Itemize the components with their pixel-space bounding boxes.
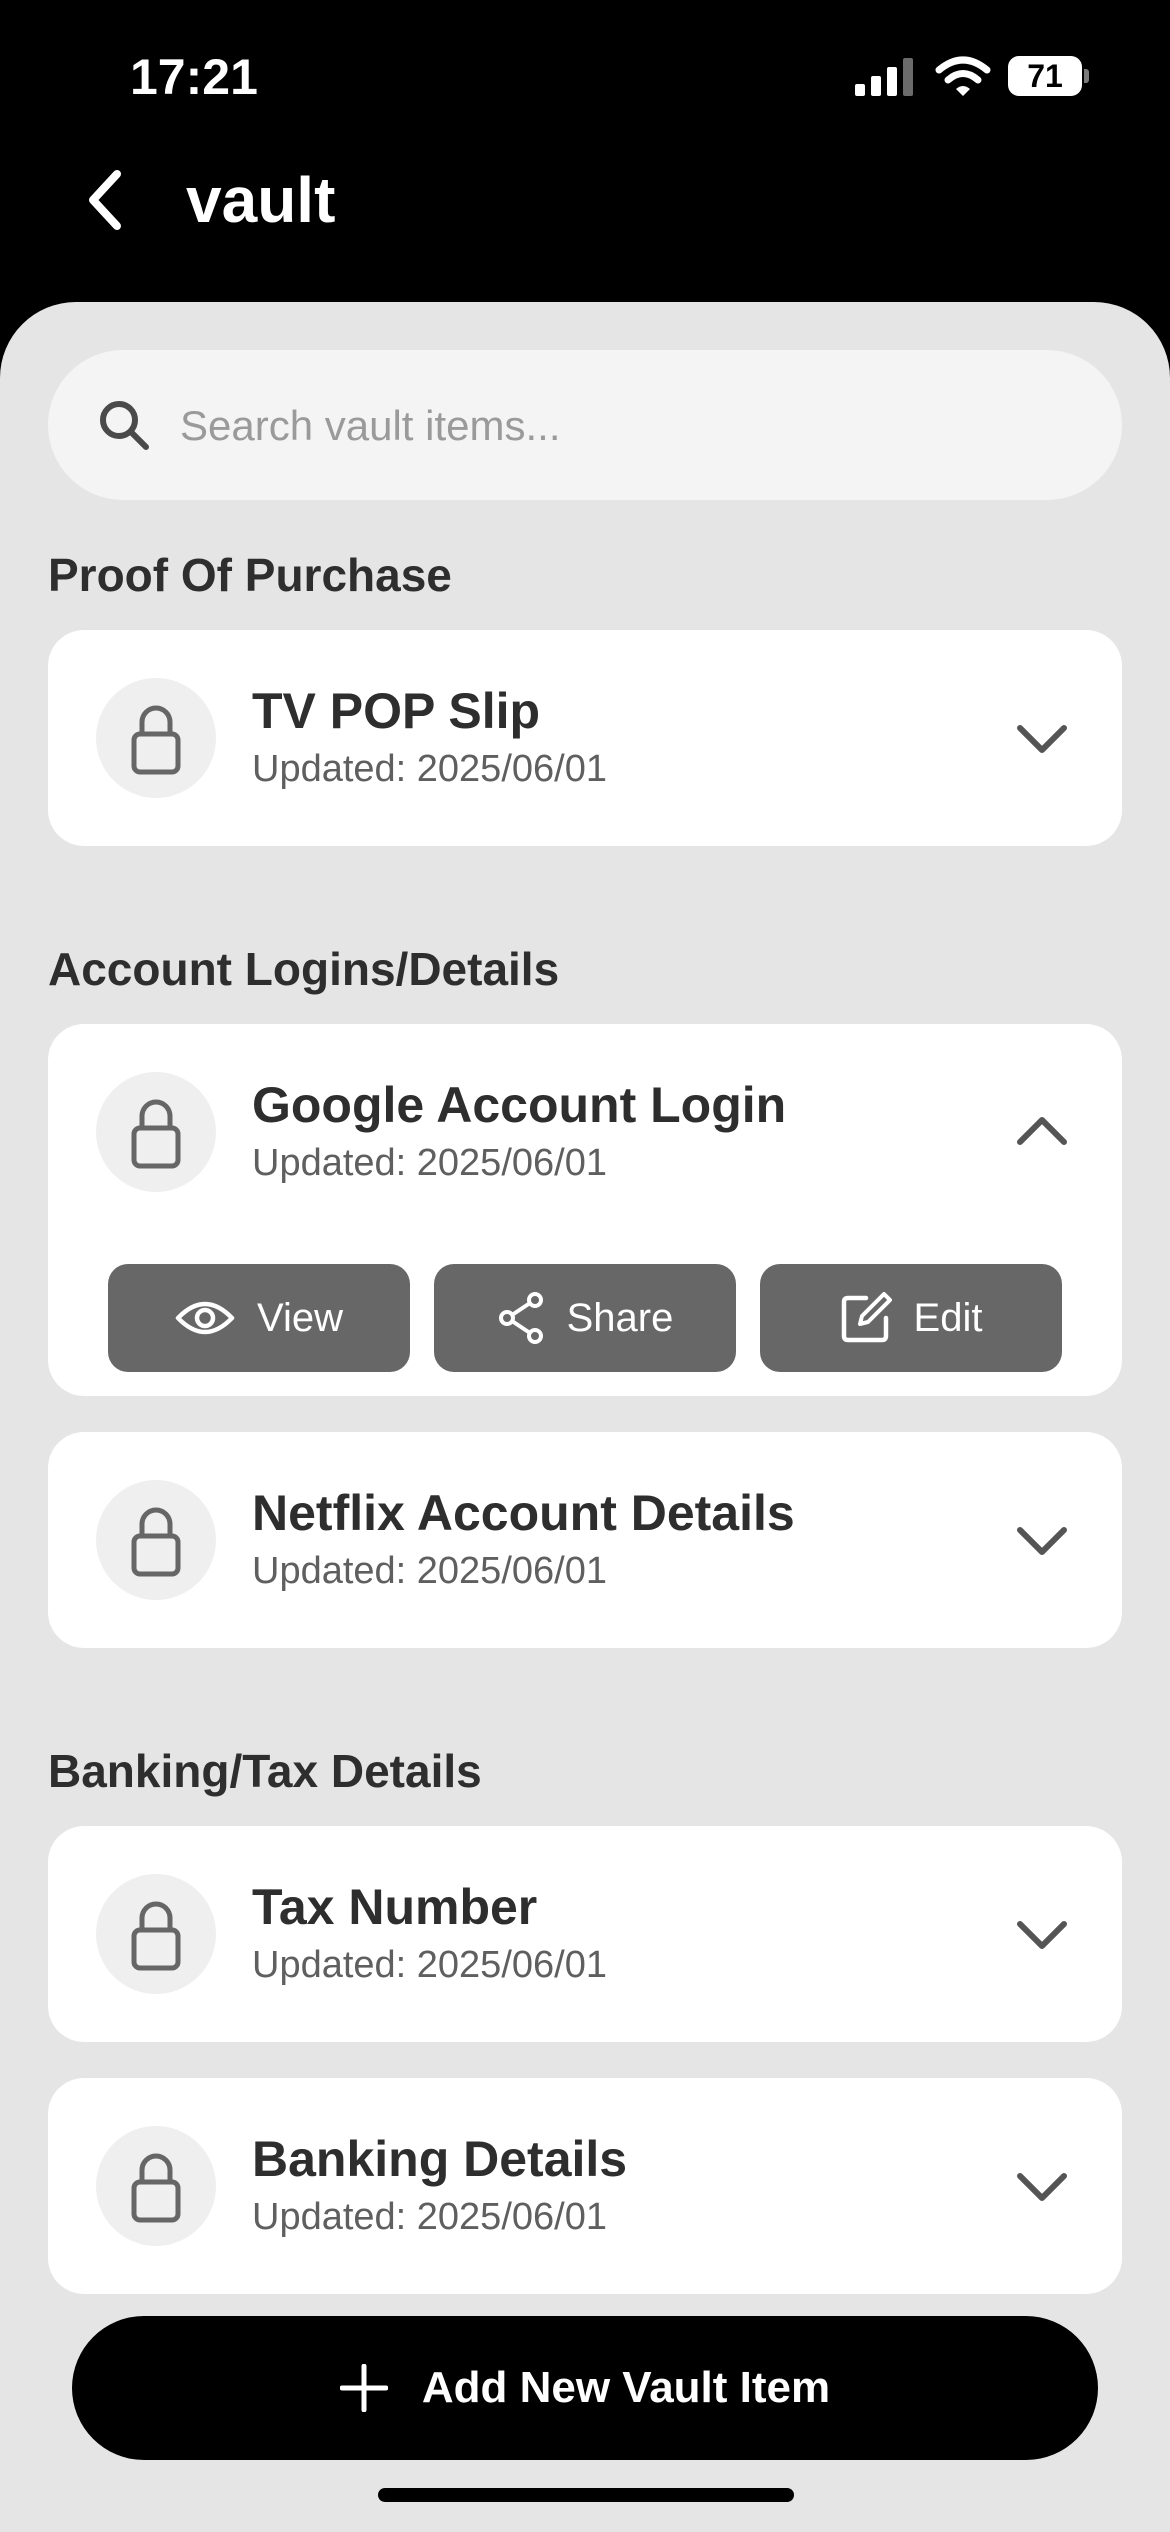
search-input[interactable] bbox=[178, 350, 1082, 502]
lock-icon bbox=[131, 705, 181, 775]
vault-item-card[interactable]: Banking Details Updated: 2025/06/01 bbox=[48, 2078, 1122, 2294]
lock-badge bbox=[96, 1480, 216, 1600]
share-button[interactable]: Share bbox=[434, 1264, 736, 1372]
status-bar: 17:21 71 bbox=[0, 0, 1170, 150]
lock-icon bbox=[131, 1099, 181, 1169]
section-title-account-logins: Account Logins/Details bbox=[48, 943, 560, 995]
lock-badge bbox=[96, 1072, 216, 1192]
battery-tip bbox=[1084, 69, 1089, 83]
battery-level: 71 bbox=[1027, 58, 1063, 94]
vault-item-updated: Updated: 2025/06/01 bbox=[252, 748, 607, 790]
lock-icon bbox=[131, 1507, 181, 1577]
cellular-signal-icon bbox=[855, 58, 913, 96]
vault-item-updated: Updated: 2025/06/01 bbox=[252, 1550, 607, 1592]
share-button-label: Share bbox=[566, 1295, 674, 1340]
view-button[interactable]: View bbox=[108, 1264, 410, 1372]
lock-icon bbox=[131, 2153, 181, 2223]
edit-button[interactable]: Edit bbox=[760, 1264, 1062, 1372]
vault-item-updated: Updated: 2025/06/01 bbox=[252, 2196, 607, 2238]
search-bar[interactable] bbox=[48, 350, 1122, 502]
vault-item-title: Google Account Login bbox=[252, 1077, 787, 1133]
page-title: vault bbox=[186, 164, 336, 236]
status-time: 17:21 bbox=[130, 49, 258, 105]
edit-icon bbox=[841, 1292, 892, 1343]
vault-item-card[interactable]: Netflix Account Details Updated: 2025/06… bbox=[48, 1432, 1122, 1648]
vault-item-title: Netflix Account Details bbox=[252, 1485, 795, 1541]
add-button-label: Add New Vault Item bbox=[421, 2363, 831, 2412]
chevron-down-icon[interactable] bbox=[1010, 1902, 1074, 1966]
battery-indicator: 71 bbox=[1008, 56, 1089, 96]
chevron-down-icon[interactable] bbox=[1010, 2154, 1074, 2218]
lock-badge bbox=[96, 2126, 216, 2246]
vault-item-card[interactable]: Tax Number Updated: 2025/06/01 bbox=[48, 1826, 1122, 2042]
lock-badge bbox=[96, 1874, 216, 1994]
add-new-vault-item-button[interactable]: Add New Vault Item bbox=[72, 2316, 1098, 2460]
section-title-banking-tax: Banking/Tax Details bbox=[48, 1745, 482, 1797]
eye-icon bbox=[175, 1301, 235, 1335]
chevron-up-icon[interactable] bbox=[1010, 1100, 1074, 1164]
vault-item-updated: Updated: 2025/06/01 bbox=[252, 1944, 607, 1986]
plus-icon bbox=[339, 2364, 388, 2412]
vault-item-card-expanded[interactable]: Google Account Login Updated: 2025/06/01… bbox=[48, 1024, 1122, 1396]
wifi-icon bbox=[935, 56, 991, 96]
lock-icon bbox=[131, 1901, 181, 1971]
vault-item-card[interactable]: TV POP Slip Updated: 2025/06/01 bbox=[48, 630, 1122, 846]
chevron-left-icon bbox=[89, 170, 121, 230]
share-icon bbox=[498, 1292, 543, 1344]
view-button-label: View bbox=[257, 1295, 343, 1340]
lock-badge bbox=[96, 678, 216, 798]
chevron-down-icon[interactable] bbox=[1010, 706, 1074, 770]
section-title-proof-of-purchase: Proof Of Purchase bbox=[48, 549, 452, 601]
search-icon bbox=[100, 401, 149, 450]
chevron-down-icon[interactable] bbox=[1010, 1508, 1074, 1572]
vault-item-title: Tax Number bbox=[252, 1879, 538, 1935]
back-button[interactable] bbox=[70, 160, 140, 240]
edit-button-label: Edit bbox=[913, 1295, 983, 1340]
vault-item-updated: Updated: 2025/06/01 bbox=[252, 1142, 607, 1184]
home-indicator[interactable] bbox=[378, 2488, 794, 2502]
vault-item-title: TV POP Slip bbox=[252, 683, 541, 739]
vault-item-title: Banking Details bbox=[252, 2131, 628, 2187]
